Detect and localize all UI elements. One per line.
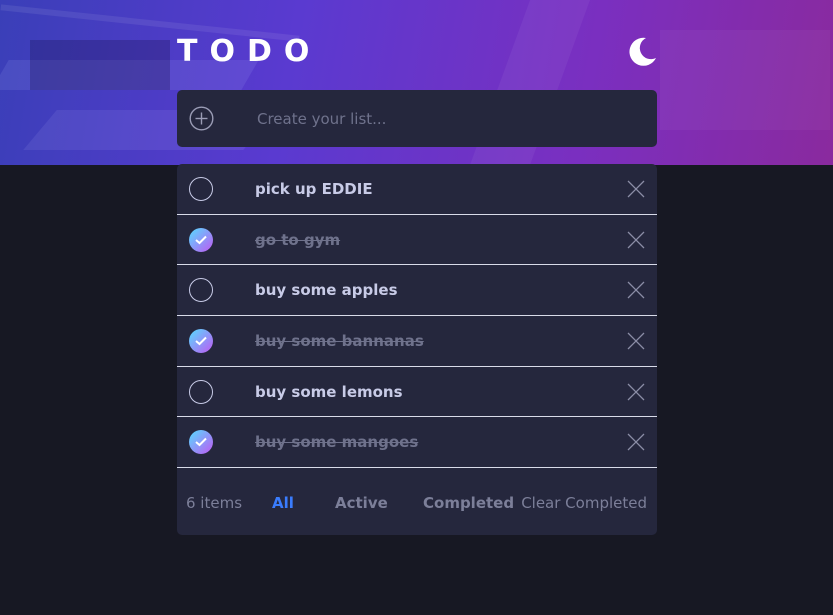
delete-button[interactable] bbox=[627, 433, 645, 451]
todo-checkbox[interactable] bbox=[189, 379, 213, 404]
close-icon bbox=[627, 180, 645, 198]
filter-active[interactable]: Active bbox=[335, 494, 388, 512]
close-icon bbox=[627, 281, 645, 299]
todo-item: buy some lemons bbox=[177, 367, 657, 418]
list-footer: 6 items All Active Completed Clear Compl… bbox=[177, 471, 657, 535]
moon-icon bbox=[629, 37, 656, 66]
todo-text[interactable]: buy some mangoes bbox=[255, 417, 418, 467]
todo-text[interactable]: buy some lemons bbox=[255, 367, 403, 417]
todo-checkbox[interactable] bbox=[189, 278, 213, 303]
todo-text[interactable]: pick up EDDIE bbox=[255, 164, 373, 214]
todo-text[interactable]: buy some bannanas bbox=[255, 316, 424, 366]
checkmark-icon bbox=[195, 438, 207, 447]
close-icon bbox=[627, 332, 645, 350]
close-icon bbox=[627, 433, 645, 451]
filter-completed[interactable]: Completed bbox=[423, 494, 514, 512]
delete-button[interactable] bbox=[627, 180, 645, 198]
delete-button[interactable] bbox=[627, 281, 645, 299]
todo-list: pick up EDDIE go to gym buy some apples buy… bbox=[177, 164, 657, 535]
todo-item: buy some apples bbox=[177, 265, 657, 317]
delete-button[interactable] bbox=[627, 231, 645, 249]
new-todo-bar bbox=[177, 90, 657, 147]
todo-item: go to gym bbox=[177, 215, 657, 266]
delete-button[interactable] bbox=[627, 383, 645, 401]
delete-button[interactable] bbox=[627, 332, 645, 350]
hero-decoration bbox=[30, 40, 170, 90]
new-todo-input[interactable] bbox=[257, 90, 637, 147]
todo-checkbox[interactable] bbox=[189, 176, 213, 201]
todo-item: buy some bannanas bbox=[177, 316, 657, 367]
todo-text[interactable]: go to gym bbox=[255, 215, 340, 265]
todo-item: buy some mangoes bbox=[177, 417, 657, 469]
close-icon bbox=[627, 231, 645, 248]
close-icon bbox=[627, 383, 645, 401]
todo-checkbox[interactable] bbox=[189, 328, 213, 353]
checkmark-icon bbox=[195, 336, 207, 346]
checkmark-icon bbox=[195, 235, 207, 244]
clear-completed-button[interactable]: Clear Completed bbox=[521, 494, 647, 512]
todo-checkbox[interactable] bbox=[189, 227, 213, 252]
todo-text[interactable]: buy some apples bbox=[255, 265, 398, 315]
hero-decoration bbox=[660, 30, 830, 130]
todo-item: pick up EDDIE bbox=[177, 164, 657, 215]
plus-circle-icon[interactable] bbox=[189, 106, 214, 131]
todo-checkbox[interactable] bbox=[189, 430, 213, 455]
app-title: TODO bbox=[177, 34, 322, 69]
items-count: 6 items bbox=[186, 494, 243, 512]
filter-all[interactable]: All bbox=[272, 494, 294, 512]
theme-toggle-button[interactable] bbox=[626, 36, 658, 68]
